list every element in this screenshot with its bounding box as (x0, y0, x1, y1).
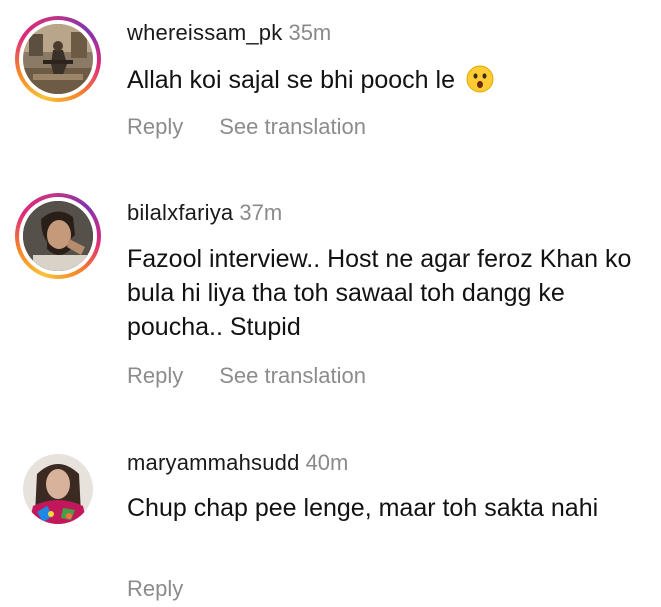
astonished-face-emoji-icon (466, 65, 494, 93)
comment-item: maryammahsudd 40m Chup chap pee lenge, ma… (0, 440, 661, 607)
username[interactable]: bilalxfariya (127, 200, 233, 225)
avatar-container[interactable] (17, 448, 99, 530)
comment-text: Allah koi sajal se bhi pooch le (127, 66, 455, 94)
comment-header: bilalxfariya 37m (127, 200, 282, 226)
comment-actions: Reply See translation (127, 363, 366, 389)
comment-item: whereissam_pk 35m Allah koi sajal se bhi … (0, 0, 661, 170)
timestamp: 37m (239, 200, 283, 225)
username[interactable]: whereissam_pk (127, 20, 282, 45)
avatar[interactable] (23, 201, 93, 271)
avatar-story-ring[interactable] (15, 16, 101, 102)
comment-item: bilalxfariya 37m Fazool interview.. Host … (0, 180, 661, 430)
timestamp: 40m (305, 450, 349, 475)
comment-text: Fazool interview.. Host ne agar feroz Kh… (127, 245, 632, 341)
comment-text-block: Allah koi sajal se bhi pooch le (127, 63, 647, 97)
avatar[interactable] (23, 24, 93, 94)
comment-actions: Reply (127, 576, 183, 602)
comment-text: Chup chap pee lenge, maar toh sakta nahi (127, 494, 599, 522)
timestamp: 35m (288, 20, 332, 45)
avatar-story-ring[interactable] (15, 193, 101, 279)
comment-header: maryammahsudd 40m (127, 450, 348, 476)
username[interactable]: maryammahsudd (127, 450, 300, 475)
reply-button[interactable]: Reply (127, 576, 183, 602)
reply-button[interactable]: Reply (127, 114, 183, 140)
comment-header: whereissam_pk 35m (127, 20, 331, 46)
avatar[interactable] (23, 454, 93, 524)
reply-button[interactable]: Reply (127, 363, 183, 389)
comment-actions: Reply See translation (127, 114, 366, 140)
see-translation-button[interactable]: See translation (219, 114, 366, 140)
see-translation-button[interactable]: See translation (219, 363, 366, 389)
